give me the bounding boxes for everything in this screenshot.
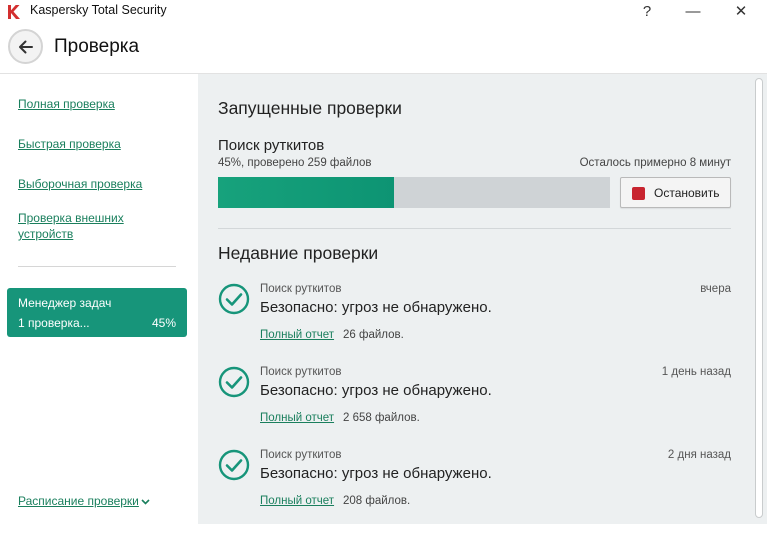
help-button[interactable]: ? — [624, 0, 670, 24]
page-title: Проверка — [54, 36, 140, 57]
recent-scan-type: Поиск руткитов — [260, 366, 342, 378]
sidebar-link-external-devices[interactable]: Проверка внешних устройств — [18, 210, 148, 242]
check-circle-icon — [218, 283, 250, 315]
task-manager-card[interactable]: Менеджер задач 1 проверка... 45% — [7, 288, 187, 337]
recent-scan-item: Поиск руткитов вчера Безопасно: угроз не… — [218, 283, 731, 347]
arrow-left-icon — [19, 40, 33, 54]
stop-button[interactable]: Остановить — [620, 177, 731, 208]
running-scan-remaining: Осталось примерно 8 минут — [579, 157, 731, 169]
recent-scan-time: вчера — [700, 283, 731, 295]
stop-icon — [632, 187, 645, 200]
recent-scan-item: Поиск руткитов 1 день назад Безопасно: у… — [218, 366, 731, 430]
chevron-down-icon — [141, 499, 150, 505]
progress-bar — [218, 177, 610, 208]
recent-scan-type: Поиск руткитов — [260, 449, 342, 461]
recent-scan-time: 1 день назад — [661, 366, 731, 378]
recent-scan-type: Поиск руткитов — [260, 283, 342, 295]
task-manager-percent: 45% — [151, 316, 176, 330]
full-report-link[interactable]: Полный отчет — [260, 412, 334, 424]
progress-bar-fill — [218, 177, 395, 208]
scrollbar[interactable] — [751, 74, 767, 524]
stop-button-label: Остановить — [654, 186, 720, 200]
sidebar-divider — [18, 266, 176, 267]
check-circle-icon — [218, 366, 250, 398]
recent-scan-result: Безопасно: угроз не обнаружено. — [260, 465, 492, 482]
sidebar: Полная проверка Быстрая проверка Выбороч… — [0, 74, 198, 524]
task-manager-title: Менеджер задач — [18, 296, 112, 310]
schedule-label: Расписание проверки — [18, 494, 139, 508]
scrollbar-thumb[interactable] — [755, 78, 763, 518]
recent-scan-time: 2 дня назад — [667, 449, 731, 461]
app-title: Kaspersky Total Security — [30, 3, 167, 17]
recent-scan-item: Поиск руткитов 2 дня назад Безопасно: уг… — [218, 449, 731, 513]
full-report-link[interactable]: Полный отчет — [260, 495, 334, 507]
sidebar-link-custom-scan[interactable]: Выборочная проверка — [18, 176, 142, 192]
running-scan-progress-text: 45%, проверено 259 файлов — [218, 157, 372, 169]
running-scans-heading: Запущенные проверки — [218, 98, 402, 118]
recent-scan-files: 2 658 файлов. — [343, 412, 420, 424]
sidebar-link-full-scan[interactable]: Полная проверка — [18, 96, 115, 112]
task-manager-subtitle: 1 проверка... — [18, 316, 90, 330]
back-button[interactable] — [8, 29, 43, 64]
check-circle-icon — [218, 449, 250, 481]
recent-scan-result: Безопасно: угроз не обнаружено. — [260, 299, 492, 316]
title-bar: Kaspersky Total Security ? — ✕ — [0, 0, 767, 24]
recent-scan-files: 208 файлов. — [343, 495, 411, 507]
main-panel: Запущенные проверки Поиск руткитов 45%, … — [198, 74, 751, 524]
sidebar-link-quick-scan[interactable]: Быстрая проверка — [18, 136, 121, 152]
kaspersky-logo-icon — [8, 5, 20, 19]
main-divider — [218, 228, 731, 229]
close-button[interactable]: ✕ — [718, 0, 764, 24]
recent-scans-heading: Недавние проверки — [218, 243, 379, 263]
schedule-link[interactable]: Расписание проверки — [18, 494, 150, 508]
minimize-button[interactable]: — — [670, 0, 716, 24]
recent-scan-result: Безопасно: угроз не обнаружено. — [260, 382, 492, 399]
running-scan-name: Поиск руткитов — [218, 137, 325, 154]
recent-scan-files: 26 файлов. — [343, 329, 404, 341]
full-report-link[interactable]: Полный отчет — [260, 329, 334, 341]
